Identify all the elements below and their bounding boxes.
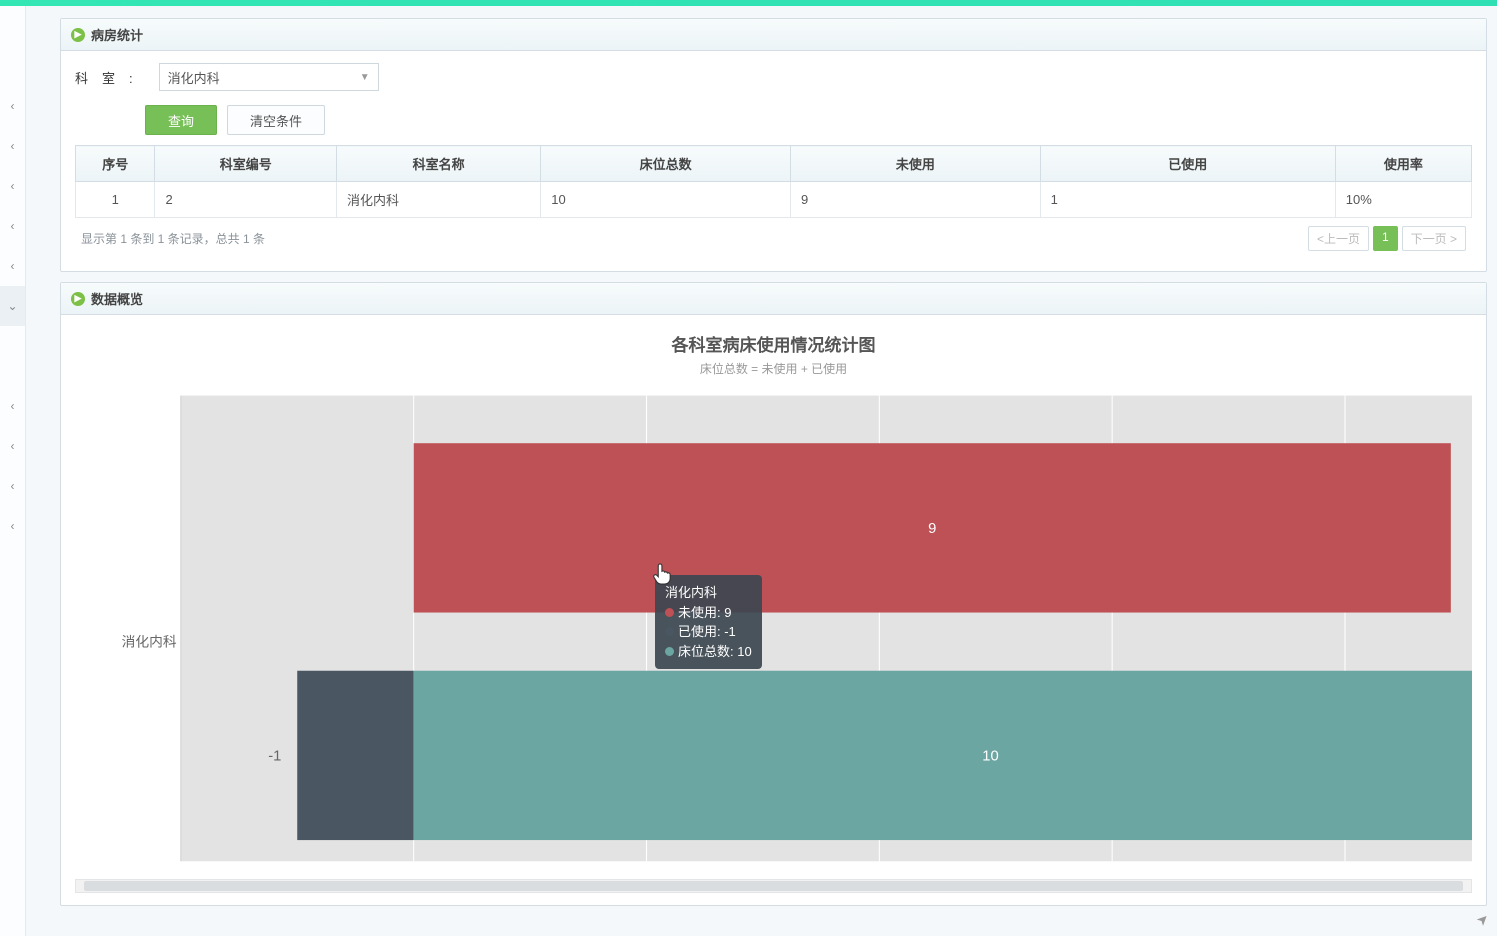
cell-dept-name: 消化内科 (337, 182, 541, 218)
filter-label-dept: 科室: (75, 68, 147, 87)
sidebar-collapse-toggle[interactable]: ‹ (0, 426, 25, 466)
sidebar-collapse-toggle[interactable]: ‹ (0, 466, 25, 506)
panel-ward-statistics: ▶ 病房统计 科室: 消化内科 ▼ 查询 清空条件 (60, 18, 1487, 272)
sidebar-expand-toggle[interactable]: ⌄ (0, 286, 25, 326)
play-icon: ▶ (71, 28, 85, 42)
sidebar-collapse-toggle[interactable]: ‹ (0, 386, 25, 426)
th-rate[interactable]: 使用率 (1335, 146, 1471, 182)
pager: <上一页 1 下一页 > (1308, 226, 1466, 251)
clear-button[interactable]: 清空条件 (227, 105, 325, 135)
sidebar-collapse-toggle[interactable]: ‹ (0, 206, 25, 246)
clear-button-label: 清空条件 (250, 111, 302, 130)
sidebar-collapse-toggle[interactable]: ‹ (0, 506, 25, 546)
panel-header: ▶ 数据概览 (61, 283, 1486, 315)
play-icon: ▶ (71, 292, 85, 306)
cell-rate: 10% (1335, 182, 1471, 218)
panel-title: 病房统计 (91, 25, 143, 44)
chart-y-category: 消化内科 (122, 634, 177, 649)
search-button-label: 查询 (168, 111, 194, 130)
th-total[interactable]: 床位总数 (541, 146, 791, 182)
pager-next[interactable]: 下一页 > (1402, 226, 1466, 251)
sidebar-collapse-toggle[interactable]: ‹ (0, 166, 25, 206)
table-header-row: 序号 科室编号 科室名称 床位总数 未使用 已使用 使用率 (76, 146, 1472, 182)
dept-select[interactable]: 消化内科 ▼ (159, 63, 379, 91)
scrollbar-thumb[interactable] (84, 881, 1463, 891)
sidebar-collapse-toggle[interactable]: ‹ (0, 86, 25, 126)
chart-subtitle: 床位总数 = 未使用 + 已使用 (75, 360, 1472, 377)
cell-total: 10 (541, 182, 791, 218)
cell-unused: 9 (790, 182, 1040, 218)
chart-bar-total[interactable] (414, 671, 1472, 840)
th-seq[interactable]: 序号 (76, 146, 155, 182)
th-dept-no[interactable]: 科室编号 (155, 146, 337, 182)
dept-select-value: 消化内科 (168, 68, 220, 87)
chart-bar-total-label: 10 (982, 749, 998, 765)
table-row[interactable]: 1 2 消化内科 10 9 1 10% (76, 182, 1472, 218)
th-unused[interactable]: 未使用 (790, 146, 1040, 182)
horizontal-scrollbar[interactable] (75, 879, 1472, 893)
th-used[interactable]: 已使用 (1040, 146, 1335, 182)
pager-page-1[interactable]: 1 (1373, 226, 1398, 251)
chart-bar-used-label: -1 (268, 749, 281, 765)
chart-svg[interactable]: 9 -1 10 消化内科 (75, 385, 1472, 872)
search-button[interactable]: 查询 (145, 105, 217, 135)
caret-down-icon: ▼ (360, 72, 370, 83)
cell-dept-no: 2 (155, 182, 337, 218)
sidebar-collapse-toggle[interactable]: ‹ (0, 246, 25, 286)
chart-bar-unused-label: 9 (928, 521, 936, 537)
pager-prev[interactable]: <上一页 (1308, 226, 1369, 251)
cell-seq: 1 (76, 182, 155, 218)
left-sidebar: ‹ ‹ ‹ ‹ ‹ ⌄ ‹ ‹ ‹ ‹ (0, 6, 26, 936)
chart-area: 9 -1 10 消化内科 消化内科 未使用: 9 (75, 385, 1472, 875)
chart-title: 各科室病床使用情况统计图 (75, 331, 1472, 356)
rocket-icon[interactable]: ➤ (1473, 909, 1493, 929)
table-info: 显示第 1 条到 1 条记录，总共 1 条 (81, 230, 265, 247)
panel-header: ▶ 病房统计 (61, 19, 1486, 51)
panel-data-overview: ▶ 数据概览 各科室病床使用情况统计图 床位总数 = 未使用 + 已使用 (60, 282, 1487, 906)
chart-bar-used[interactable] (297, 671, 413, 840)
cell-used: 1 (1040, 182, 1335, 218)
panel-title: 数据概览 (91, 289, 143, 308)
ward-table: 序号 科室编号 科室名称 床位总数 未使用 已使用 使用率 1 2 (75, 145, 1472, 218)
filter-row: 科室: 消化内科 ▼ (75, 63, 1472, 91)
th-dept-name[interactable]: 科室名称 (337, 146, 541, 182)
sidebar-collapse-toggle[interactable]: ‹ (0, 126, 25, 166)
